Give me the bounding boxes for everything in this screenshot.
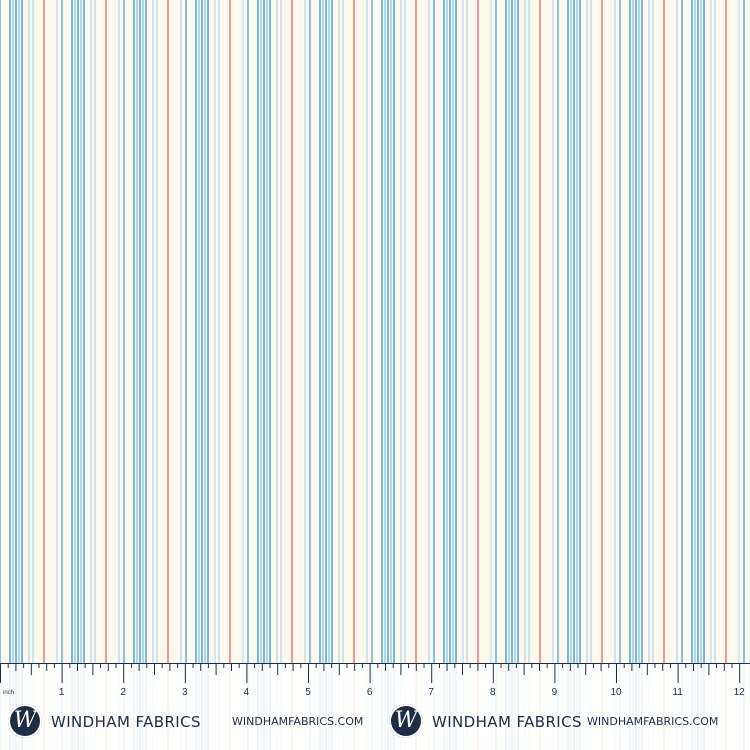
ruler-number: 5 xyxy=(305,687,311,698)
fabric-swatch xyxy=(0,0,750,750)
brand-url[interactable]: WINDHAMFABRICS.COM xyxy=(587,715,718,728)
brand-name: WINDHAM FABRICS xyxy=(51,713,201,731)
ruler-number: 1 xyxy=(58,687,65,698)
ruler-number: 10 xyxy=(610,687,622,698)
ruler-number: 7 xyxy=(428,687,434,698)
ruler-number: 2 xyxy=(120,687,126,698)
ruler-number: 3 xyxy=(182,687,188,698)
brand-name: WINDHAM FABRICS xyxy=(432,713,582,731)
fabric-background xyxy=(0,0,750,750)
inch-ruler: inch 1 2 3 4 5 6 7 8 9 10 11 12 W WINDHAM FABRICS W… xyxy=(0,663,750,750)
ruler-number: 6 xyxy=(366,687,373,698)
ruler-number: 9 xyxy=(551,687,558,698)
ruler-number: 4 xyxy=(243,687,250,698)
ruler-ticks xyxy=(0,663,750,683)
ruler-number: 12 xyxy=(733,687,745,698)
brand-url[interactable]: WINDHAMFABRICS.COM xyxy=(232,715,363,728)
stripe-pattern xyxy=(0,0,750,750)
windham-logo-icon: W xyxy=(389,704,423,738)
ruler-number: 11 xyxy=(672,687,683,698)
ruler-unit-label: inch xyxy=(3,690,15,696)
ruler-number: 8 xyxy=(490,687,496,698)
windham-logo-icon: W xyxy=(8,704,42,738)
